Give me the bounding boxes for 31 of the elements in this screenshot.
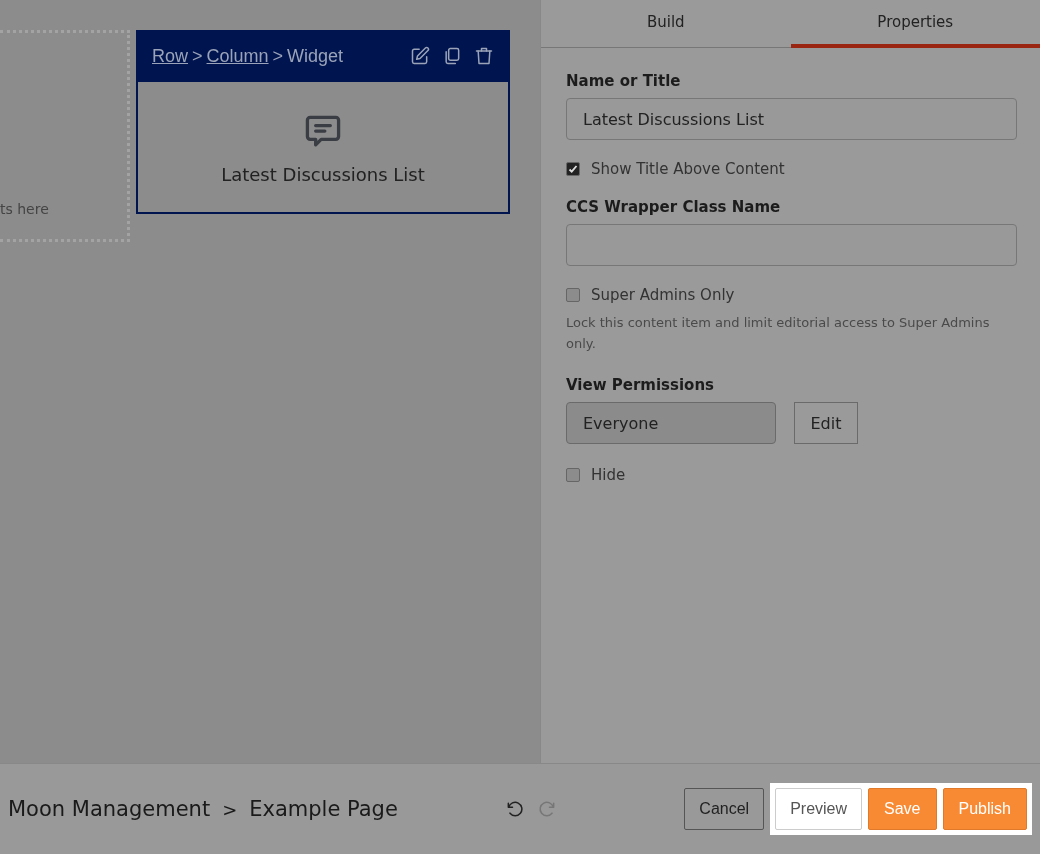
checkbox[interactable] <box>566 162 580 176</box>
breadcrumb-separator: > <box>192 45 203 67</box>
tab[interactable]: Properties <box>790 0 1040 48</box>
edit-button[interactable]: Edit <box>794 402 858 444</box>
field-label: CCS Wrapper Class Name <box>566 198 782 216</box>
checkbox[interactable] <box>566 468 580 482</box>
breadcrumb-link[interactable]: Row <box>152 45 188 67</box>
text-field[interactable] <box>566 224 1017 266</box>
drop-zone-text: ts here <box>0 201 49 217</box>
checkbox-label: Hide <box>591 466 626 484</box>
page-breadcrumb: Moon Management <box>8 797 211 821</box>
tab[interactable]: Build <box>541 0 791 48</box>
breadcrumb-text: Widget <box>287 45 344 67</box>
permissions-field[interactable]: Everyone <box>566 402 776 444</box>
breadcrumb-separator: > <box>272 45 284 67</box>
copy-icon[interactable] <box>442 46 462 66</box>
field-label: View Permissions <box>566 376 715 394</box>
page-breadcrumb: Example Page <box>249 797 398 821</box>
breadcrumb-link[interactable]: Column <box>206 45 269 67</box>
cancel-button[interactable]: Cancel <box>684 788 765 830</box>
text-field[interactable]: Latest Discussions List <box>566 98 1017 140</box>
breadcrumb-separator: > <box>222 798 238 820</box>
checkbox-label: Super Admins Only <box>591 286 735 304</box>
checkbox[interactable] <box>566 288 580 302</box>
widget-title: Latest Discussions List <box>221 163 425 185</box>
help-text: Lock this content item and limit editorial access to Super Admins only. <box>566 314 991 353</box>
checkbox-label: Show Title Above Content <box>591 160 785 178</box>
trash-icon[interactable] <box>474 46 494 66</box>
secondary-button[interactable]: Preview <box>775 788 863 830</box>
field-label: Name or Title <box>566 72 682 90</box>
edit-icon[interactable] <box>410 46 430 66</box>
